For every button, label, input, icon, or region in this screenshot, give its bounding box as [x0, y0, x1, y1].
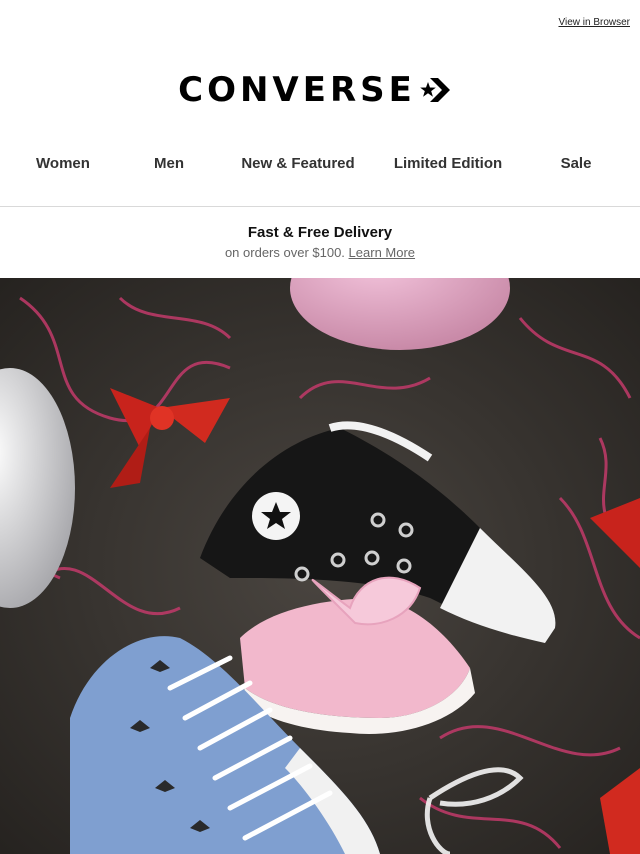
promo-subtitle: on orders over $100. Learn More	[0, 245, 640, 260]
promo-subtitle-text: on orders over $100.	[224, 245, 345, 260]
delivery-promo: Fast & Free Delivery on orders over $100…	[0, 224, 640, 260]
brand-wordmark: CONVERSE	[178, 70, 416, 110]
nav-item-new-featured[interactable]: New & Featured	[241, 155, 354, 172]
hero-image[interactable]	[0, 278, 640, 854]
learn-more-link[interactable]: Learn More	[349, 245, 415, 260]
brand-logo[interactable]: CONVERSE	[0, 70, 640, 110]
nav-item-limited-edition[interactable]: Limited Edition	[394, 155, 502, 172]
topbar: View in Browser	[558, 12, 630, 30]
nav-item-men[interactable]: Men	[154, 155, 184, 172]
view-in-browser-link[interactable]: View in Browser	[558, 17, 630, 28]
nav-divider	[0, 206, 640, 207]
main-nav: Women Men New & Featured Limited Edition…	[0, 150, 640, 178]
hero-sneakers-illustration	[0, 278, 640, 854]
star-chevron-icon	[420, 78, 450, 102]
promo-title: Fast & Free Delivery	[247, 224, 393, 241]
nav-item-sale[interactable]: Sale	[561, 155, 592, 172]
nav-item-women[interactable]: Women	[36, 155, 90, 172]
